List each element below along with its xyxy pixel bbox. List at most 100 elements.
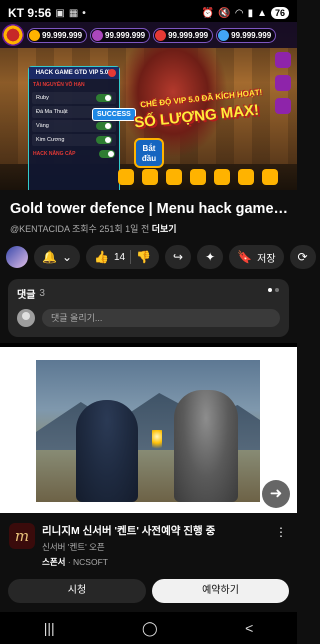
share-button[interactable]: ↪ bbox=[165, 245, 192, 269]
bookmark-icon: 🔖 bbox=[237, 250, 253, 264]
game-icon-2 bbox=[140, 169, 160, 186]
recents-icon[interactable]: ||| bbox=[44, 620, 55, 636]
resource-gold: 99.999.999 bbox=[27, 27, 88, 43]
game-icon-6 bbox=[236, 169, 256, 186]
ad-photo bbox=[36, 360, 260, 502]
divider bbox=[130, 250, 132, 264]
game-right-icons bbox=[273, 52, 293, 115]
magic-stone-icon bbox=[92, 29, 104, 41]
game-menu-icon bbox=[214, 169, 230, 185]
save-label: 저장 bbox=[257, 253, 276, 265]
ad-sponsor: 스폰서 · NCSOFT bbox=[42, 557, 108, 567]
chevron-down-icon: ⌄ bbox=[61, 250, 73, 264]
comment-input[interactable]: 댓글 올리기... bbox=[42, 309, 280, 327]
ad-info[interactable]: m 리니지M 신서버 '켄트' 사전예약 진행 중 신서버 '켄트' 오픈 스폰… bbox=[0, 517, 297, 577]
battery-indicator: 76 bbox=[270, 7, 289, 19]
resource-diamond: 99.999.999 bbox=[216, 27, 277, 43]
game-menu-icon bbox=[262, 169, 278, 185]
game-icon-5 bbox=[212, 169, 232, 186]
candle-light bbox=[152, 430, 162, 452]
game-resource-bar: 99.999.999 99.999.999 99.999.999 99.999.… bbox=[0, 22, 297, 48]
comments-label: 댓글 bbox=[17, 290, 36, 301]
comment-input-row: 댓글 올리기... bbox=[17, 309, 280, 327]
game-menu-icon bbox=[275, 75, 291, 91]
share-icon: ↪ bbox=[173, 250, 184, 264]
game-icon-4 bbox=[188, 169, 208, 186]
channel-handle: @KENTACIDA bbox=[10, 224, 70, 234]
thumbs-up-icon[interactable]: 👍 bbox=[94, 251, 109, 263]
hack-menu-subtitle: TÀI NGUYÊN VÔ HẠN bbox=[33, 82, 85, 88]
view-count: 조회수 251회 bbox=[72, 224, 123, 234]
game-bottom-icons bbox=[116, 169, 280, 186]
share-arrow-button[interactable]: ➜ bbox=[262, 480, 290, 508]
video-title[interactable]: Gold tower defence | Menu hack game đã c… bbox=[10, 201, 290, 217]
dot-active bbox=[268, 288, 272, 292]
resource-ruby: 99.999.999 bbox=[153, 27, 214, 43]
home-icon[interactable]: ◯ bbox=[142, 620, 158, 637]
ad-title: 리니지M 신서버 '켄트' 사전예약 진행 중 bbox=[42, 525, 216, 537]
video-player[interactable]: 99.999.999 99.999.999 99.999.999 99.999.… bbox=[0, 22, 297, 190]
carousel-dots bbox=[268, 288, 279, 292]
armored-knight bbox=[174, 390, 238, 502]
signal-icon: ▲ bbox=[257, 7, 267, 19]
like-count: 14 bbox=[113, 251, 126, 263]
back-icon[interactable]: < bbox=[245, 620, 253, 636]
more-link[interactable]: 더보기 bbox=[152, 224, 177, 234]
screenshot-icon: ▣ bbox=[55, 7, 65, 19]
game-icon-b bbox=[273, 75, 293, 92]
game-icon-c bbox=[273, 98, 293, 115]
more-vert-icon[interactable]: ⋮ bbox=[275, 525, 287, 539]
action-row: 🔔 ⌄ 👍 14 👎 ↪ ✦ 🔖 저장 ⟳ bbox=[6, 244, 316, 270]
channel-avatar[interactable] bbox=[6, 246, 28, 268]
reserve-button[interactable]: 예약하기 bbox=[152, 579, 289, 603]
alarm-icon: ⏰ bbox=[201, 7, 215, 19]
hack-row-ruby: Ruby bbox=[32, 92, 116, 104]
game-start-button: Bắt đầu bbox=[134, 138, 164, 168]
status-left: KT 9:56 ▣ ▦ • bbox=[8, 6, 86, 20]
save-button[interactable]: 🔖 저장 bbox=[229, 245, 284, 269]
gold-coin-icon bbox=[29, 29, 40, 41]
hooded-figure bbox=[76, 400, 138, 502]
game-menu-icon bbox=[118, 169, 134, 185]
hack-menu-footer: HACK NÂNG CẤP bbox=[29, 148, 119, 160]
hack-menu-panel: HACK GAME GTD VIP 5.0V TÀI NGUYÊN VÔ HẠN… bbox=[28, 66, 120, 190]
hack-row-diamond: Kim Cương bbox=[32, 134, 116, 146]
diamond-icon bbox=[218, 29, 230, 41]
game-menu-icon bbox=[238, 169, 254, 185]
hack-menu-title: HACK GAME GTD VIP 5.0V bbox=[29, 67, 119, 79]
game-menu-icon bbox=[275, 52, 291, 68]
toggle-icon bbox=[96, 136, 112, 144]
subscribe-bell-button[interactable]: 🔔 ⌄ bbox=[34, 245, 81, 269]
remix-button[interactable]: ✦ bbox=[197, 245, 224, 269]
status-right: ⏰ 🔇 ◠ ▮ ▲ 76 bbox=[202, 7, 289, 19]
lte-icon: ▮ bbox=[247, 7, 254, 19]
comments-header: 댓글 3 bbox=[17, 286, 280, 301]
game-menu-icon bbox=[142, 169, 158, 185]
system-navbar: ||| ◯ < bbox=[0, 612, 297, 644]
ad-subtitle: 신서버 '켄트' 오픈 bbox=[42, 542, 105, 552]
upload-age: 1일 전 bbox=[125, 224, 150, 234]
carrier-time: KT 9:56 bbox=[8, 6, 52, 20]
video-meta[interactable]: @KENTACIDA 조회수 251회 1일 전 더보기 bbox=[10, 222, 177, 235]
sponsor-label: 스폰서 bbox=[42, 557, 66, 567]
user-avatar-icon bbox=[17, 309, 35, 327]
gallery-icon: ▦ bbox=[68, 7, 79, 19]
close-icon bbox=[108, 69, 116, 77]
wifi-icon: ◠ bbox=[234, 7, 244, 19]
game-icon-1 bbox=[116, 169, 136, 186]
comments-card[interactable]: 댓글 3 댓글 올리기... bbox=[8, 279, 289, 337]
toggle-icon bbox=[96, 122, 112, 130]
dot-inactive bbox=[275, 288, 279, 292]
thumbs-down-icon[interactable]: 👎 bbox=[136, 251, 151, 263]
advertiser-logo: m bbox=[9, 523, 35, 549]
refresh-button[interactable]: ⟳ bbox=[289, 245, 316, 269]
watch-button[interactable]: 시청 bbox=[8, 579, 146, 603]
success-badge: SUCCESS bbox=[92, 108, 136, 121]
bell-icon: 🔔 bbox=[42, 250, 57, 264]
game-icon-a bbox=[273, 52, 293, 69]
sponsor-name: NCSOFT bbox=[73, 557, 108, 567]
dot-icon: • bbox=[82, 7, 86, 19]
ad-media[interactable] bbox=[0, 347, 297, 513]
game-avatar bbox=[2, 24, 24, 46]
hack-row-gold: Vàng bbox=[32, 120, 116, 132]
